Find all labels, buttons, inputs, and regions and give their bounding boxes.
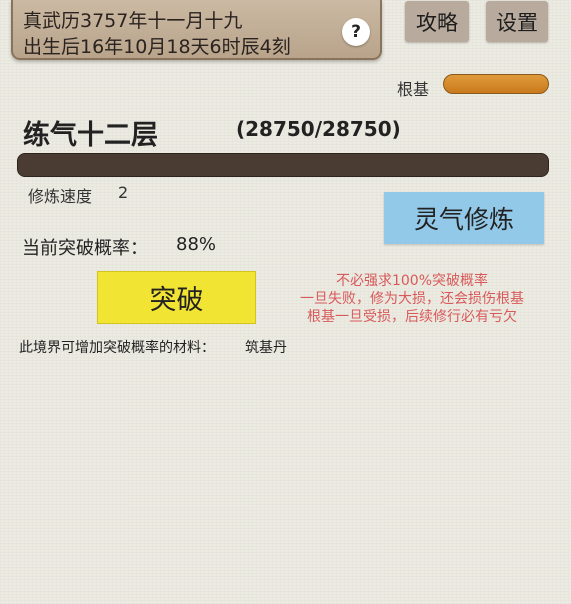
calendar-date: 真武历3757年十一月十九 [23, 10, 243, 32]
date-panel: 真武历3757年十一月十九 出生后16年10月18天6时辰4刻 ? [11, 0, 382, 60]
age-since-birth: 出生后16年10月18天6时辰4刻 [23, 36, 291, 58]
warning-text: 不必强求100%突破概率 [335, 273, 489, 289]
warning-text: 一旦失败，修为大损，还会损伤根基 [300, 291, 524, 307]
help-question-icon[interactable]: ? [342, 18, 370, 46]
realm-name: 练气十二层 [23, 120, 158, 151]
qi-cultivate-button[interactable]: 灵气修炼 [384, 192, 544, 244]
breakthrough-chance-value: 88% [176, 234, 217, 255]
warning-text: 根基一旦受损，后续修行必有亏欠 [307, 309, 517, 325]
cultivation-speed-label: 修炼速度 [28, 187, 93, 206]
guide-button[interactable]: 攻略 [405, 1, 469, 42]
breakthrough-chance-label: 当前突破概率： [22, 238, 148, 259]
settings-button[interactable]: 设置 [486, 1, 548, 42]
root-label: 根基 [397, 80, 430, 99]
cultivation-progress-bar [17, 153, 549, 177]
root-foundation-bar [443, 74, 549, 94]
materials-value: 筑基丹 [245, 340, 287, 356]
materials-label: 此境界可增加突破概率的材料： [19, 340, 215, 356]
breakthrough-button[interactable]: 突破 [97, 271, 256, 324]
cultivation-progress-fill [18, 154, 548, 176]
realm-progress-text: (28750/28750) [236, 117, 401, 141]
cultivation-speed-value: 2 [118, 183, 129, 202]
